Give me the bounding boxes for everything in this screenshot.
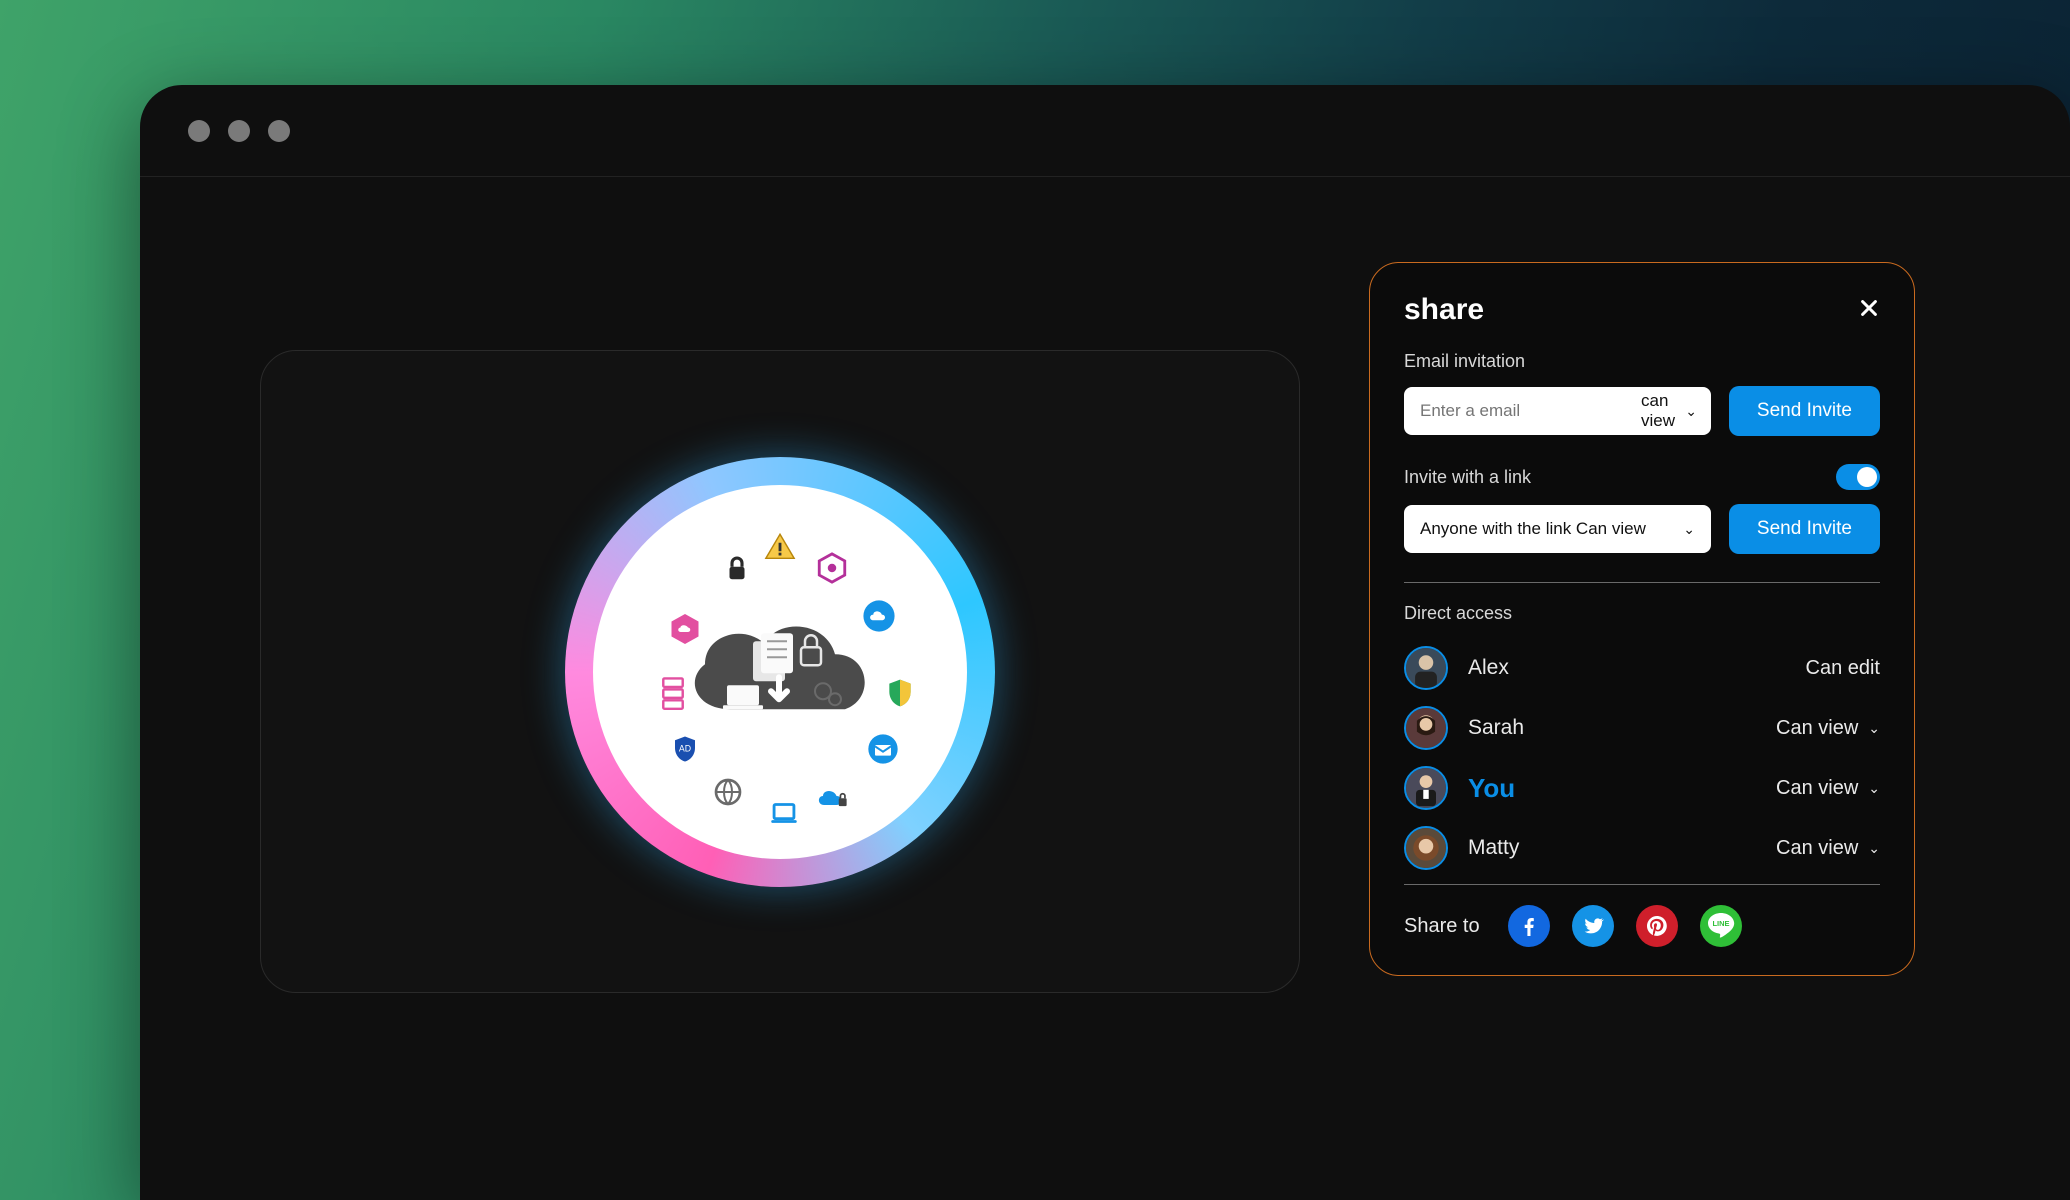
svg-text:LINE: LINE <box>1712 919 1729 928</box>
share-panel: share Email invitation can view ⌄ Send I… <box>1369 262 1915 976</box>
preview-card: AD <box>260 350 1300 993</box>
email-invitation-label: Email invitation <box>1404 351 1880 372</box>
window-titlebar <box>140 85 2070 177</box>
user-name: Matty <box>1468 836 1519 860</box>
padlock-icon <box>719 550 755 586</box>
app-window: AD share Email invitation can view ⌄ <box>140 85 2070 1200</box>
cloud-illustration-icon <box>675 599 885 739</box>
share-pinterest-button[interactable] <box>1636 905 1678 947</box>
line-icon: LINE <box>1700 905 1742 947</box>
invite-link-toggle[interactable] <box>1836 464 1880 490</box>
chevron-down-icon: ⌄ <box>1868 780 1880 797</box>
user-row: Sarah Can view ⌄ <box>1404 698 1880 758</box>
shield-green-icon <box>882 675 918 711</box>
divider <box>1404 884 1880 885</box>
share-line-button[interactable]: LINE <box>1700 905 1742 947</box>
avatar <box>1404 646 1448 690</box>
close-icon <box>1858 297 1880 319</box>
illustration-orb: AD <box>565 457 995 887</box>
hexagon-cloud-icon <box>667 611 703 647</box>
share-facebook-button[interactable] <box>1508 905 1550 947</box>
user-name: Alex <box>1468 656 1509 680</box>
share-twitter-button[interactable] <box>1572 905 1614 947</box>
window-control-dot[interactable] <box>188 120 210 142</box>
user-permission-dropdown[interactable]: Can view ⌄ <box>1776 777 1880 800</box>
globe-icon <box>710 774 746 810</box>
chevron-down-icon: ⌄ <box>1868 840 1880 857</box>
chevron-down-icon: ⌄ <box>1868 720 1880 737</box>
share-panel-title: share <box>1404 293 1484 327</box>
user-permission-dropdown: Can edit <box>1806 657 1881 680</box>
window-control-dot[interactable] <box>228 120 250 142</box>
user-row: Alex Can edit <box>1404 638 1880 698</box>
hexagon-icon <box>814 550 850 586</box>
user-row: Matty Can view ⌄ <box>1404 818 1880 878</box>
shield-blue-icon: AD <box>667 731 703 767</box>
user-row: You Can view ⌄ <box>1404 758 1880 818</box>
user-permission-label: Can view <box>1776 717 1858 740</box>
avatar <box>1404 706 1448 750</box>
user-permission-label: Can edit <box>1806 657 1881 680</box>
email-permission-label: can view <box>1641 391 1681 431</box>
user-name: Sarah <box>1468 716 1524 740</box>
warning-icon <box>762 529 798 565</box>
laptop-icon <box>766 795 802 831</box>
invite-link-label: Invite with a link <box>1404 467 1531 488</box>
facebook-icon <box>1517 914 1541 938</box>
avatar <box>1404 826 1448 870</box>
server-icon <box>655 675 691 711</box>
window-control-dot[interactable] <box>268 120 290 142</box>
cloud-lock-icon <box>814 778 850 814</box>
link-scope-dropdown[interactable]: Anyone with the link Can view ⌄ <box>1404 505 1711 553</box>
direct-access-label: Direct access <box>1404 603 1880 624</box>
avatar <box>1404 766 1448 810</box>
share-to-label: Share to <box>1404 915 1480 938</box>
link-scope-label: Anyone with the link Can view <box>1420 519 1646 539</box>
chevron-down-icon: ⌄ <box>1683 521 1695 538</box>
user-name: You <box>1468 773 1515 804</box>
email-input-container: can view ⌄ <box>1404 387 1711 435</box>
send-email-invite-button[interactable]: Send Invite <box>1729 386 1880 436</box>
chevron-down-icon: ⌄ <box>1685 403 1697 420</box>
user-permission-dropdown[interactable]: Can view ⌄ <box>1776 717 1880 740</box>
cloud-small-icon <box>861 598 897 634</box>
send-link-invite-button[interactable]: Send Invite <box>1729 504 1880 554</box>
user-permission-label: Can view <box>1776 777 1858 800</box>
mail-icon <box>865 731 901 767</box>
svg-text:AD: AD <box>679 743 691 753</box>
pinterest-icon <box>1645 914 1669 938</box>
close-button[interactable] <box>1858 295 1880 325</box>
email-input[interactable] <box>1420 401 1641 421</box>
twitter-icon <box>1581 914 1605 938</box>
user-permission-dropdown[interactable]: Can view ⌄ <box>1776 837 1880 860</box>
divider <box>1404 582 1880 583</box>
user-permission-label: Can view <box>1776 837 1858 860</box>
email-permission-dropdown[interactable]: can view ⌄ <box>1641 391 1697 431</box>
